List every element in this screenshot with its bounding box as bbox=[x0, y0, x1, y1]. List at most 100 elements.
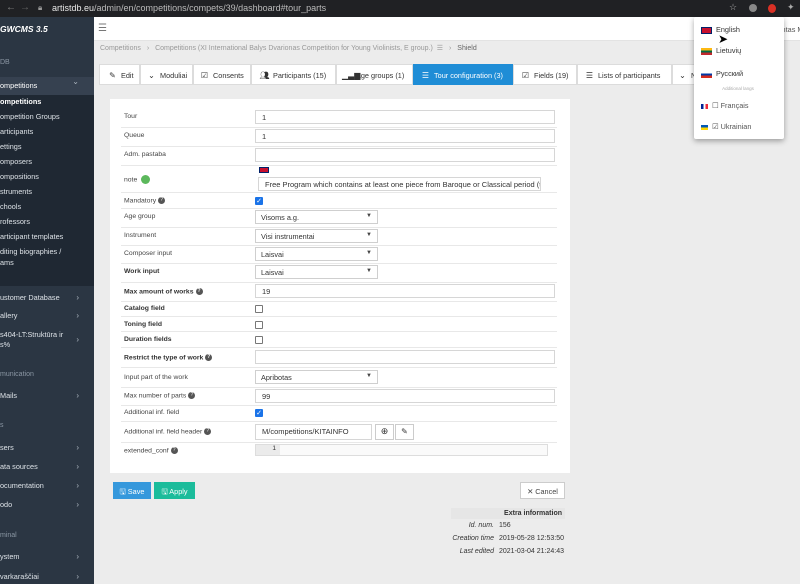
toning-field-checkbox[interactable] bbox=[255, 321, 263, 329]
sidebar-item-gallery[interactable]: allery › bbox=[0, 311, 94, 320]
sidebar-item-participants[interactable]: articipants bbox=[0, 127, 94, 136]
sidebar-item-label: ystem bbox=[0, 552, 20, 561]
input-part-select[interactable]: Apribotas ▼ bbox=[255, 370, 378, 384]
apply-button[interactable]: 🖫︎ Apply bbox=[154, 482, 195, 499]
additional-header-label-text: Additional inf. field header bbox=[124, 428, 203, 436]
sidebar-section-db: DB bbox=[0, 59, 10, 66]
sidebar-item-professors[interactable]: rofessors bbox=[0, 217, 94, 226]
address-bar[interactable]: artistdb.eu/admin/en/competitions/compet… bbox=[52, 3, 326, 13]
sidebar-item-label: odo bbox=[0, 500, 13, 509]
max-works-input[interactable]: 19 bbox=[255, 284, 555, 298]
language-label: Lietuvių bbox=[716, 46, 742, 55]
sidebar-item-competitions[interactable]: ompetitions ⌄ bbox=[0, 77, 94, 95]
list-icon[interactable]: ☰ bbox=[437, 45, 443, 52]
sidebar-item-competition-groups[interactable]: ompetition Groups bbox=[0, 112, 94, 121]
form-row-catalog-field bbox=[121, 302, 557, 317]
sidebar-item-competitions-list[interactable]: ompetitions bbox=[0, 97, 94, 106]
sidebar-item-structure[interactable]: s404-LT:Struktūra ir › bbox=[0, 330, 94, 344]
tab-age-groups[interactable]: ▁▃▆Age groups (1) bbox=[336, 64, 413, 85]
edit-icon[interactable]: ✎ bbox=[395, 424, 414, 440]
sidebar-item-label: allery bbox=[0, 311, 18, 320]
lock-icon[interactable]: 🔒︎ bbox=[38, 3, 42, 13]
note-input[interactable]: Free Program which contains at least one… bbox=[258, 177, 541, 191]
help-icon[interactable]: ? bbox=[195, 288, 203, 295]
extended-conf-label: extended_conf? bbox=[124, 447, 178, 454]
sidebar-item-editing-biographies-2[interactable]: ams bbox=[0, 258, 94, 267]
sidebar-item-composers[interactable]: omposers bbox=[0, 157, 94, 166]
sidebar-item-mails[interactable]: Mails › bbox=[0, 391, 94, 400]
puzzle-icon[interactable]: ✦ bbox=[787, 2, 795, 13]
extension-icon[interactable] bbox=[749, 4, 757, 12]
duration-fields-checkbox[interactable] bbox=[255, 336, 263, 344]
additional-field-checkbox[interactable]: ✓ bbox=[255, 409, 263, 417]
age-group-select[interactable]: Visoms a.g. ▼ bbox=[255, 210, 378, 224]
extended-conf-editor[interactable]: 1 bbox=[255, 444, 548, 456]
tour-input[interactable]: 1 bbox=[255, 110, 555, 124]
help-icon[interactable]: ? bbox=[204, 428, 212, 435]
adm-note-input[interactable] bbox=[255, 148, 555, 162]
apply-icon: 🖫︎ bbox=[161, 487, 168, 496]
language-item-russian[interactable]: Русский bbox=[701, 69, 743, 78]
uk-flag-icon[interactable] bbox=[259, 167, 269, 173]
sidebar-item-customer-database[interactable]: ustomer Database › bbox=[0, 293, 94, 302]
tab-moduliai[interactable]: ⌄ Moduliai bbox=[140, 64, 193, 85]
help-icon[interactable]: ? bbox=[158, 197, 166, 204]
breadcrumb-competition[interactable]: Competitions (XI International Balys Dva… bbox=[155, 45, 433, 52]
composer-input-select[interactable]: Laisvai ▼ bbox=[255, 247, 378, 261]
tab-consents[interactable]: ☑ Consents bbox=[193, 64, 251, 85]
add-icon[interactable]: ⊕ bbox=[375, 424, 394, 440]
help-icon[interactable]: ? bbox=[188, 392, 196, 399]
mandatory-checkbox[interactable]: ✓ bbox=[255, 197, 263, 205]
work-input-select[interactable]: Laisvai ▼ bbox=[255, 265, 378, 279]
help-icon[interactable]: ? bbox=[205, 354, 213, 361]
sidebar-item-documentation[interactable]: ocumentation › bbox=[0, 481, 94, 490]
hamburger-icon[interactable]: ☰ bbox=[98, 23, 107, 34]
back-icon[interactable]: ← bbox=[6, 2, 16, 13]
sidebar-item-schools[interactable]: chools bbox=[0, 202, 94, 211]
sidebar-item-data-sources[interactable]: ata sources › bbox=[0, 462, 94, 471]
sidebar-item-label: varkaraščiai bbox=[0, 572, 39, 581]
sidebar-item-system[interactable]: ystem › bbox=[0, 552, 94, 561]
tab-edit[interactable]: ✎ Edit bbox=[99, 64, 140, 85]
composer-input-label: Composer input bbox=[124, 250, 172, 257]
forward-icon[interactable]: → bbox=[20, 2, 30, 13]
cancel-button[interactable]: ✕ Cancel bbox=[520, 482, 565, 499]
tab-lists-of-participants[interactable]: ☰ Lists of participants bbox=[577, 64, 672, 85]
instrument-select[interactable]: Visi instrumentai ▼ bbox=[255, 229, 378, 243]
extra-info-title: Extra information bbox=[451, 508, 565, 519]
queue-input[interactable]: 1 bbox=[255, 129, 555, 143]
sidebar-item-participant-templates[interactable]: articipant templates bbox=[0, 232, 94, 241]
tab-fields[interactable]: ☑ Fields (19) bbox=[513, 64, 577, 85]
language-dropdown: English Lietuvių Русский Additional lang… bbox=[694, 17, 784, 139]
tab-more[interactable]: ⌄N bbox=[672, 64, 696, 85]
lt-flag-icon bbox=[701, 47, 712, 55]
sidebar-item-structure-2[interactable]: s% bbox=[0, 340, 94, 349]
tab-participants[interactable]: 👥︎ Participants (15) bbox=[251, 64, 336, 85]
extension-red-icon[interactable] bbox=[768, 4, 776, 13]
max-parts-input[interactable]: 99 bbox=[255, 389, 555, 403]
save-button[interactable]: 🖫︎ Save bbox=[113, 482, 151, 499]
catalog-field-checkbox[interactable] bbox=[255, 305, 263, 313]
language-item-french[interactable]: ☐ Français bbox=[701, 101, 749, 110]
help-icon[interactable]: ? bbox=[170, 447, 178, 454]
language-item-ukrainian[interactable]: ☑ Ukrainian bbox=[701, 122, 751, 131]
sidebar-item-editing-biographies[interactable]: diting biographies / bbox=[0, 247, 94, 256]
max-works-label: Max amount of works? bbox=[124, 288, 203, 295]
tab-tour-configuration[interactable]: ☰ Tour configuration (3) bbox=[413, 64, 513, 85]
sidebar-item-compositions[interactable]: ompositions bbox=[0, 172, 94, 181]
catalog-field-label: Catalog field bbox=[124, 305, 165, 312]
sidebar-item-label: ustomer Database bbox=[0, 293, 60, 302]
additional-header-input[interactable]: M/competitions/KITAINFO bbox=[255, 424, 372, 440]
breadcrumb-competitions[interactable]: Competitions bbox=[100, 45, 141, 52]
sidebar-item-users[interactable]: sers › bbox=[0, 443, 94, 452]
sidebar-item-schedules[interactable]: varkaraščiai › bbox=[0, 572, 94, 581]
sidebar-item-settings[interactable]: ettings bbox=[0, 142, 94, 151]
max-parts-label-text: Max number of parts bbox=[124, 392, 187, 400]
translate-flag-icon[interactable] bbox=[141, 175, 151, 184]
language-item-lithuanian[interactable]: Lietuvių bbox=[701, 46, 741, 55]
sidebar-item-instruments[interactable]: struments bbox=[0, 187, 94, 196]
restrict-type-input[interactable] bbox=[255, 350, 555, 364]
star-icon[interactable]: ☆ bbox=[729, 2, 737, 13]
note-label-text: note bbox=[124, 176, 138, 184]
sidebar-item-todo[interactable]: odo › bbox=[0, 500, 94, 509]
